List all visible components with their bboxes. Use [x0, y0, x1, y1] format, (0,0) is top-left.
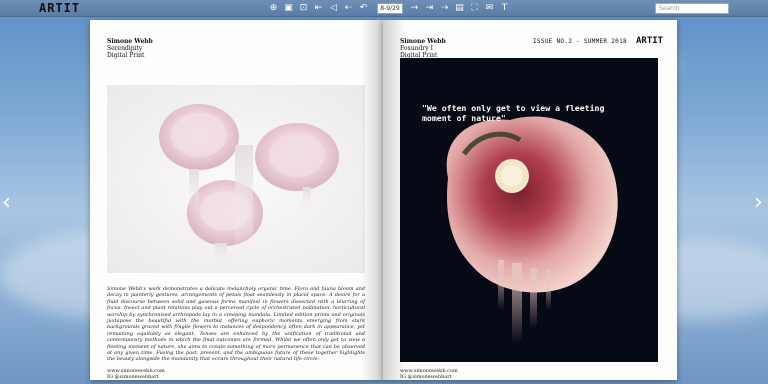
magazine-brand: ARTIT [636, 36, 664, 46]
chrysanthemum-artwork [159, 104, 339, 271]
search-input[interactable]: Search [655, 3, 729, 14]
work-title: Serendipity [107, 45, 143, 52]
page-gutter-shadow [383, 20, 405, 380]
zoom-in-icon[interactable]: ⊕ [267, 2, 280, 15]
sound-icon[interactable]: ◁ [327, 2, 340, 15]
artist-instagram-link[interactable]: IG @simonewebbart [400, 374, 458, 380]
fullscreen-icon[interactable]: ⛶ [468, 2, 481, 15]
text-icon[interactable]: T [498, 2, 511, 15]
artist-credit: Simone Webb Foxundry I Digital Print [400, 38, 446, 59]
left-page: Simone Webb Serendipity Digital Print Si… [90, 20, 383, 380]
page-indicator-input[interactable]: 8-9/29 [377, 3, 403, 14]
first-page-icon[interactable]: ⇤ [312, 2, 325, 15]
app-logo[interactable]: ARTIT [39, 1, 80, 15]
email-icon[interactable]: ✉ [483, 2, 496, 15]
last-page-icon[interactable]: ⇥ [423, 2, 436, 15]
prev-arrow-icon[interactable]: ‹ [2, 192, 11, 214]
artist-name: Simone Webb [400, 38, 446, 45]
back-icon[interactable]: ↶ [357, 2, 370, 15]
download-icon[interactable]: ▤ [453, 2, 466, 15]
forward-icon[interactable]: → [408, 2, 421, 15]
article-body: Simone Webb's work demonstrates a delica… [107, 286, 365, 363]
prev-page-icon[interactable]: ⇠ [342, 2, 355, 15]
artist-links: www.simonewebb.com IG @simonewebbart [400, 368, 458, 380]
issue-label: ISSUE NO.2 - SUMMER 2018 [533, 38, 627, 45]
artist-name: Simone Webb [107, 38, 153, 45]
tool-group: ⊕ ▣ ⊡ ⇤ ◁ ⇠ ↶ 8-9/29 → ⇥ ⇢ ▤ ⛶ ✉ T [267, 2, 513, 15]
top-toolbar: ARTIT ⊕ ▣ ⊡ ⇤ ◁ ⇠ ↶ 8-9/29 → ⇥ ⇢ ▤ ⛶ ✉ T… [0, 0, 768, 17]
page-gutter-shadow [361, 20, 383, 380]
image-icon[interactable]: ▣ [282, 2, 295, 15]
pull-quote: "We often only get to view a fleeting mo… [422, 103, 605, 123]
artist-links: www.simonewebb.com IG @simonewebbart [107, 368, 165, 380]
right-page: Simone Webb Foxundry I Digital Print ISS… [383, 20, 677, 380]
fit-icon[interactable]: ⊡ [297, 2, 310, 15]
artist-instagram-link[interactable]: IG @simonewebbart [107, 374, 165, 380]
work-medium: Digital Print [107, 52, 145, 59]
artist-credit: Simone Webb Serendipity Digital Print [107, 38, 153, 59]
artwork-image-foxundry: "We often only get to view a fleeting mo… [400, 58, 658, 362]
artwork-image-serendipity [107, 85, 365, 273]
work-title: Foxundry I [400, 45, 433, 52]
next-page-icon[interactable]: ⇢ [438, 2, 451, 15]
next-arrow-icon[interactable]: › [754, 192, 763, 214]
